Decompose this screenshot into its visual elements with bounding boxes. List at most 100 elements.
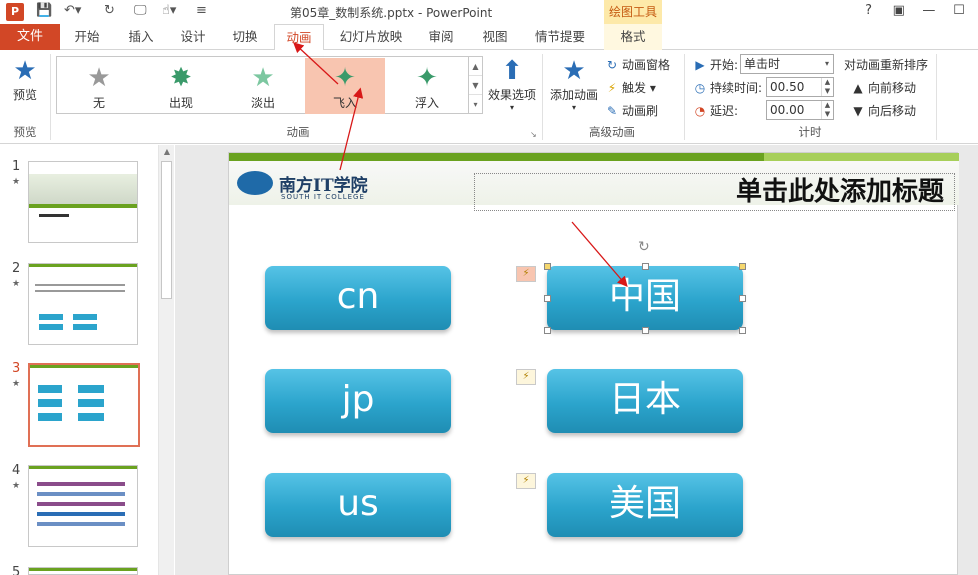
resize-handle[interactable]	[739, 327, 746, 334]
animation-appear-label: 出现	[168, 96, 193, 110]
clock-icon: ◷	[694, 81, 706, 95]
box-china[interactable]: 中国	[547, 266, 743, 330]
thumb-number: 1	[12, 159, 21, 174]
scrollbar-thumb[interactable]	[161, 161, 172, 299]
ribbon-display-button[interactable]: ▣	[886, 3, 912, 18]
box-us[interactable]: us	[265, 473, 451, 537]
duration-input[interactable]: 00.50 ▲ ▼	[766, 77, 834, 97]
customize-qat-icon[interactable]: ≡	[196, 3, 207, 21]
effect-options-button[interactable]: ⬆ 效果选项 ▾	[486, 56, 538, 112]
resize-handle[interactable]	[642, 263, 649, 270]
animation-none[interactable]: ★ 无	[59, 58, 139, 114]
group-label-animation: 动画	[286, 125, 310, 139]
tab-design[interactable]: 设计	[170, 24, 216, 50]
start-label: ▶ 开始:	[692, 56, 738, 73]
tab-format[interactable]: 格式	[604, 24, 662, 50]
reorder-title: 对动画重新排序	[844, 58, 929, 72]
animation-float-in-label: 浮入	[414, 96, 439, 110]
resize-handle[interactable]	[544, 327, 551, 334]
tab-transitions[interactable]: 切换	[222, 24, 268, 50]
window-title: 第05章_数制系统.pptx - PowerPoint	[290, 6, 493, 20]
animation-fade[interactable]: ★ 淡出	[223, 58, 303, 114]
help-button[interactable]: ?	[856, 3, 882, 18]
restore-button[interactable]: ☐	[946, 3, 972, 18]
gallery-scroll-down[interactable]: ▼	[469, 76, 482, 95]
box-cn[interactable]: cn	[265, 266, 451, 330]
animation-tag-3[interactable]: ⚡	[516, 473, 536, 489]
tab-file[interactable]: 文件	[0, 24, 60, 50]
rotate-handle-icon[interactable]: ↻	[638, 239, 650, 255]
resize-handle[interactable]	[544, 263, 551, 270]
add-animation-button[interactable]: ★ 添加动画 ▾	[548, 56, 600, 112]
animation-tag-1[interactable]: ⚡	[516, 266, 536, 282]
resize-handle[interactable]	[642, 327, 649, 334]
group-separator	[50, 54, 51, 140]
slide-thumbnail-3[interactable]	[28, 363, 140, 447]
gallery-more[interactable]: ▾	[469, 95, 482, 114]
animation-fly-in[interactable]: ✦ 飞入	[305, 58, 385, 114]
minimize-button[interactable]: —	[916, 3, 942, 18]
lightning-icon: ⚡	[607, 81, 617, 95]
thumbnail-scrollbar[interactable]: ▲	[158, 145, 174, 575]
trigger-label: 触发	[622, 81, 647, 95]
box-usa[interactable]: 美国	[547, 473, 743, 537]
start-slideshow-icon[interactable]: 🖵	[134, 3, 147, 21]
tab-view[interactable]: 视图	[472, 24, 518, 50]
preview-button[interactable]: ★ 预览	[4, 56, 46, 103]
dialog-launcher-icon[interactable]: ↘	[530, 130, 537, 139]
box-japan[interactable]: 日本	[547, 369, 743, 433]
slide-thumbnail-panel: 1 ★ 2 ★ 3 ★ 4 ★ 5	[0, 145, 158, 575]
slide-thumbnail-1[interactable]	[28, 161, 138, 243]
tab-animations[interactable]: 动画	[274, 24, 324, 51]
duration-value: 00.50	[770, 80, 805, 94]
tab-review[interactable]: 审阅	[418, 24, 464, 50]
title-bar: P 💾 ↶▾ ↻ 🖵 ☝▾ ≡ 第05章_数制系统.pptx - PowerPo…	[0, 0, 978, 24]
drawing-tools-label: 绘图工具	[604, 0, 662, 24]
star-burst-icon: ✸	[170, 63, 192, 93]
animation-gallery: ★ 无 ✸ 出现 ★ 淡出 ✦ 飞入 ✦ 浮入	[56, 56, 469, 114]
delay-input[interactable]: 00.00 ▲ ▼	[766, 100, 834, 120]
scroll-up-icon[interactable]: ▲	[159, 147, 175, 156]
brush-star-icon: ✎	[606, 104, 618, 118]
tab-slideshow[interactable]: 幻灯片放映	[334, 24, 408, 50]
tab-home[interactable]: 开始	[64, 24, 110, 50]
animation-pane-button[interactable]: ↻ 动画窗格	[604, 56, 670, 73]
box-jp[interactable]: jp	[265, 369, 451, 433]
resize-handle[interactable]	[739, 295, 746, 302]
start-select[interactable]: 单击时 ▾	[740, 54, 834, 74]
tab-insert[interactable]: 插入	[118, 24, 164, 50]
animation-tag-2[interactable]: ⚡	[516, 369, 536, 385]
trigger-button[interactable]: ⚡ 触发 ▾	[604, 79, 656, 96]
tab-storyboard[interactable]: 情节提要	[528, 24, 592, 50]
slide-thumbnail-2[interactable]	[28, 263, 138, 345]
animation-painter-button[interactable]: ✎ 动画刷	[604, 102, 658, 119]
powerpoint-app-icon[interactable]: P	[6, 3, 24, 21]
animation-none-label: 无	[92, 96, 105, 110]
undo-icon[interactable]: ↶▾	[64, 3, 81, 21]
touch-mode-icon[interactable]: ☝▾	[162, 3, 176, 21]
move-later-label: 向后移动	[868, 104, 917, 118]
resize-handle[interactable]	[544, 295, 551, 302]
redo-icon[interactable]: ↻	[104, 3, 115, 21]
animation-fly-in-label: 飞入	[332, 96, 357, 110]
thumb-number: 5	[12, 565, 21, 575]
delay-stepper[interactable]: ▲ ▼	[821, 101, 833, 119]
move-later-button[interactable]: ▼ 向后移动	[850, 102, 916, 119]
duration-stepper[interactable]: ▲ ▼	[821, 78, 833, 96]
gallery-scroll-up[interactable]: ▲	[469, 57, 482, 76]
animation-star-icon: ★	[12, 379, 21, 389]
move-earlier-button[interactable]: ▲ 向前移动	[850, 79, 916, 96]
star-add-icon: ★	[562, 56, 586, 86]
start-label-text: 开始:	[710, 58, 739, 72]
animation-star-icon: ★	[12, 481, 21, 491]
slide-thumbnail-4[interactable]	[28, 465, 138, 547]
animation-float-in[interactable]: ✦ 浮入	[387, 58, 467, 114]
slide-thumbnail-5[interactable]	[28, 567, 138, 575]
title-placeholder[interactable]: 单击此处添加标题	[474, 173, 955, 211]
animation-appear[interactable]: ✸ 出现	[141, 58, 221, 114]
thumb-number: 2	[12, 261, 21, 276]
play-icon: ▶	[695, 58, 705, 72]
resize-handle[interactable]	[739, 263, 746, 270]
save-icon[interactable]: 💾	[36, 3, 52, 21]
group-label-advanced: 高级动画	[589, 125, 635, 139]
